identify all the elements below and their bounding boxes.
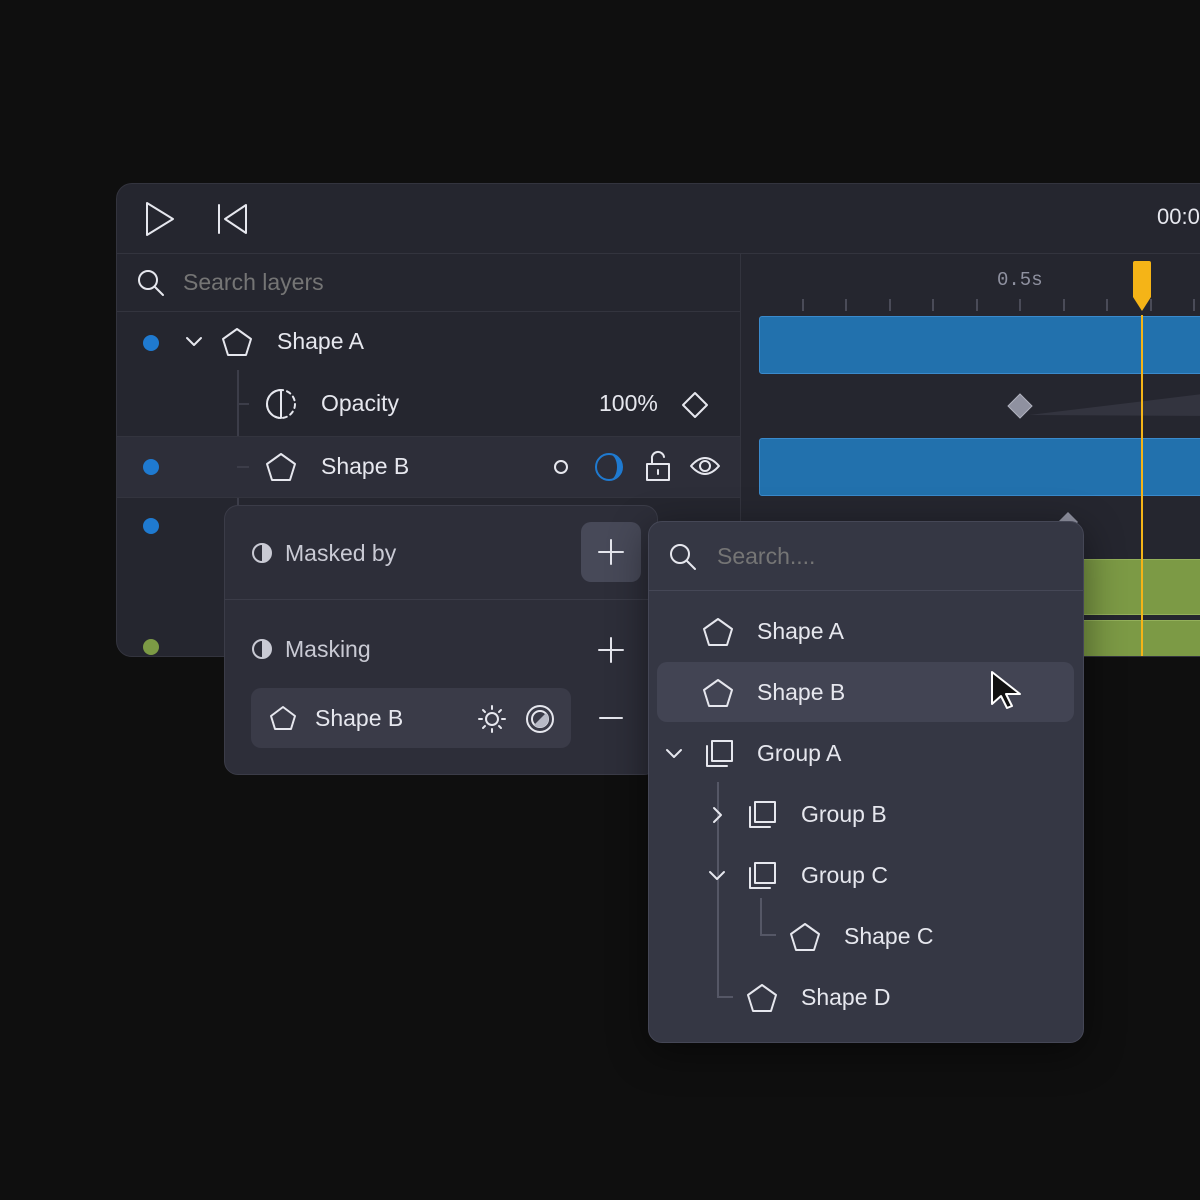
picker-item-name: Group B <box>801 801 887 827</box>
track-bar-shape-b[interactable] <box>759 438 1200 496</box>
picker-search-input[interactable] <box>717 537 1057 575</box>
picker-item-name: Shape C <box>844 923 934 949</box>
unlock-icon[interactable] <box>644 450 672 482</box>
pentagon-icon <box>789 922 821 952</box>
masking-label: Masking <box>285 636 371 662</box>
opacity-icon <box>265 388 297 420</box>
cursor-pointer-icon <box>990 670 1024 710</box>
sun-icon[interactable] <box>477 704 507 734</box>
mask-panel: Masked by Masking Shape B <box>224 505 658 775</box>
mask-half-icon <box>251 638 273 660</box>
layer-name: Shape B <box>321 453 410 479</box>
layer-color-dot <box>143 459 159 475</box>
chevron-right-icon[interactable] <box>711 806 723 824</box>
pentagon-icon <box>265 452 297 482</box>
pentagon-icon <box>746 983 778 1013</box>
picker-item-name: Group C <box>801 862 888 888</box>
chevron-down-icon[interactable] <box>665 747 683 761</box>
tree-branch <box>237 466 249 468</box>
layer-color-dot <box>143 639 159 655</box>
pentagon-icon <box>702 678 734 708</box>
remove-masking-button[interactable] <box>599 716 623 720</box>
search-icon <box>137 269 165 297</box>
picker-item-shape-a[interactable]: Shape A <box>649 601 1083 661</box>
layer-row-shape-a[interactable]: Shape A <box>117 312 740 372</box>
property-name: Opacity <box>321 390 399 416</box>
picker-item-shape-c[interactable]: Shape C <box>649 906 1083 966</box>
group-icon <box>747 800 777 830</box>
search-layers-input[interactable] <box>183 263 703 301</box>
picker-item-shape-d[interactable]: Shape D <box>649 967 1083 1027</box>
group-icon <box>704 739 734 769</box>
add-masked-by-button[interactable] <box>581 522 641 582</box>
picker-item-name: Shape B <box>757 679 846 705</box>
layer-search <box>117 253 740 312</box>
picker-item-group-b[interactable]: Group B <box>649 784 1083 844</box>
picker-item-group-c[interactable]: Group C <box>649 845 1083 905</box>
chevron-down-icon[interactable] <box>185 335 203 349</box>
divider <box>225 599 657 600</box>
opacity-curve <box>1029 392 1200 416</box>
masking-item-name: Shape B <box>315 705 404 731</box>
mask-half-icon <box>251 542 273 564</box>
toolbar: 00:0 <box>117 184 1200 254</box>
tree-branch <box>237 403 249 405</box>
pentagon-icon <box>269 705 297 731</box>
picker-search <box>649 522 1083 591</box>
layer-name: Shape A <box>277 328 364 354</box>
picker-item-name: Shape A <box>757 618 844 644</box>
time-display: 00:0 <box>1157 204 1200 229</box>
track-bar-shape-a[interactable] <box>759 316 1200 374</box>
masking-item-shape-b[interactable]: Shape B <box>251 688 571 748</box>
mask-mode-icon[interactable] <box>525 704 555 734</box>
eye-icon[interactable] <box>689 454 721 478</box>
pentagon-icon <box>221 327 253 357</box>
mask-icon[interactable] <box>594 452 624 482</box>
picker-item-name: Group A <box>757 740 842 766</box>
masked-by-label: Masked by <box>285 540 397 566</box>
playhead-line <box>1141 315 1143 656</box>
picker-item-name: Shape D <box>801 984 891 1010</box>
layer-row-opacity[interactable]: Opacity 100% <box>117 374 740 434</box>
circle-icon[interactable] <box>553 459 569 475</box>
layer-picker: Shape A Shape B Group A Group B <box>648 521 1084 1043</box>
pentagon-icon <box>702 617 734 647</box>
skip-back-icon[interactable] <box>217 204 249 234</box>
group-icon <box>747 861 777 891</box>
layer-color-dot <box>143 335 159 351</box>
layer-row-shape-b[interactable]: Shape B <box>117 436 740 498</box>
chevron-down-icon[interactable] <box>708 869 726 883</box>
search-icon <box>669 543 697 571</box>
add-masking-button[interactable] <box>597 636 625 664</box>
playhead-handle[interactable] <box>1132 261 1152 313</box>
keyframe-diamond-icon[interactable] <box>682 392 708 418</box>
time-tick-label: 0.5s <box>997 269 1043 291</box>
opacity-value[interactable]: 100% <box>599 390 658 417</box>
layer-color-dot <box>143 518 159 534</box>
play-icon[interactable] <box>143 201 177 237</box>
picker-item-group-a[interactable]: Group A <box>649 723 1083 783</box>
